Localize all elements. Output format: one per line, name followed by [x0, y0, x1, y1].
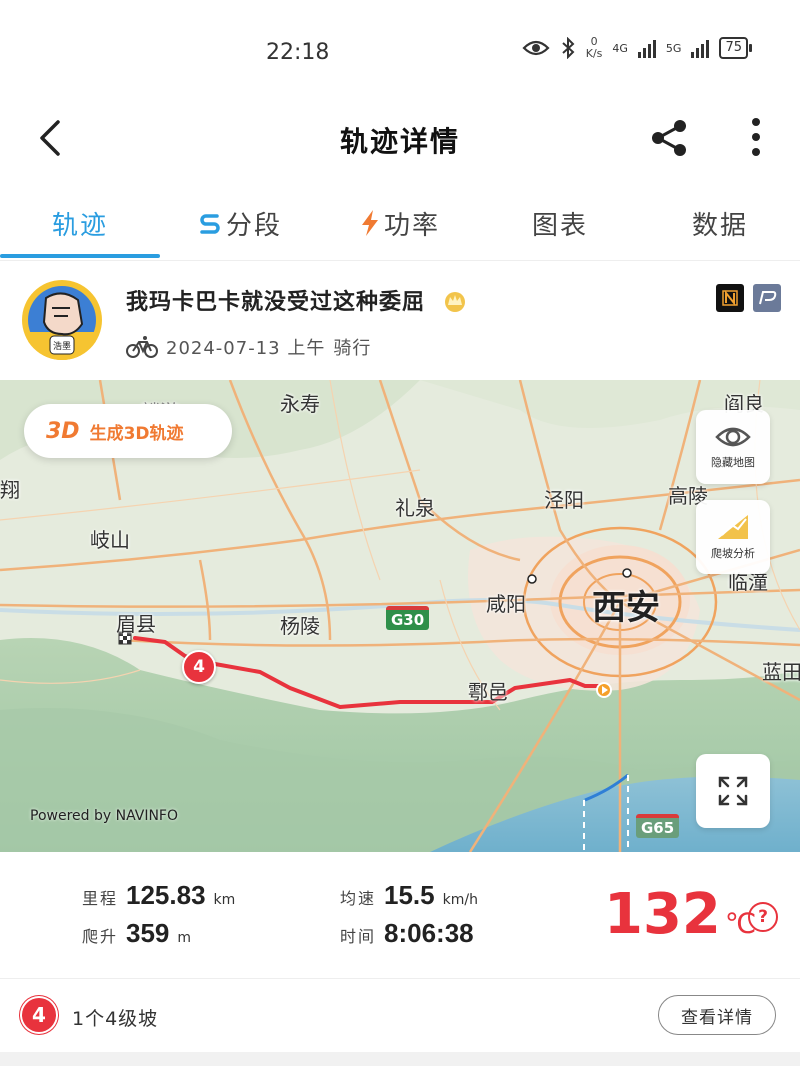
username[interactable]: 我玛卡巴卡就没受过这种委屈 [126, 284, 468, 316]
app-bar: 轨迹详情 [0, 100, 800, 180]
place-meixian: 眉县 [116, 612, 156, 636]
lightning-icon [360, 209, 380, 237]
ride-meta: 2024-07-13 上午 骑行 [126, 334, 371, 360]
expand-icon [718, 776, 748, 806]
avatar[interactable]: 浩墨 [22, 280, 102, 360]
generate-3d-track-button[interactable]: 3D 生成3D轨迹 [24, 404, 232, 458]
signal-icon-2 [691, 38, 710, 58]
stat-temperature: 132 ℃ [604, 882, 757, 947]
tab-data[interactable]: 数据 [640, 190, 800, 256]
more-button[interactable] [744, 116, 768, 160]
highway-g30-shield: G30 [386, 606, 430, 630]
climb-analysis-button[interactable]: 爬坡分析 [696, 500, 770, 574]
avatar-image: 浩墨 [28, 286, 96, 360]
place-xian: 西安 [592, 588, 660, 628]
climb-summary: 4 1个4级坡 查看详情 [0, 980, 800, 1052]
tab-track[interactable]: 轨迹 [0, 190, 160, 256]
bicycle-icon [126, 336, 158, 358]
tab-bar: 轨迹 分段 功率 图表 数据 [0, 190, 800, 261]
place-yangling: 杨陵 [280, 614, 320, 638]
place-liquan: 礼泉 [395, 496, 435, 520]
status-bar: 22:18 0 K/s 4G 5G 75 [0, 0, 800, 100]
stat-avg-speed: 均速 15.5 km/h [340, 880, 478, 910]
fullscreen-button[interactable] [696, 754, 770, 828]
share-icon [652, 120, 686, 156]
battery-icon: 75 [719, 37, 752, 59]
climb-marker[interactable]: 4 [182, 650, 216, 684]
slope-icon [718, 515, 748, 539]
share-button[interactable] [648, 118, 692, 158]
net-speed: 0 K/s [585, 35, 603, 60]
eye-icon [715, 427, 751, 447]
status-icons: 0 K/s 4G 5G 75 [522, 35, 752, 60]
3d-icon: 3D [46, 418, 80, 444]
ride-date: 2024-07-13 上午 [166, 338, 326, 359]
tab-indicator [0, 254, 160, 258]
help-icon[interactable]: ? [748, 902, 778, 932]
bottom-divider [0, 1052, 800, 1066]
svg-text:浩墨: 浩墨 [53, 340, 71, 352]
route-map[interactable]: 麟游 永寿 阎良 翔 礼泉 泾阳 高陵 岐山 眉县 杨陵 咸阳 西安 临潼 鄠邑… [0, 380, 800, 852]
stat-duration: 时间 8:06:38 [340, 918, 474, 948]
signal-icon [637, 38, 656, 58]
place-xianyang: 咸阳 [486, 592, 526, 616]
brand-n-badge-icon[interactable] [716, 284, 744, 312]
tab-power[interactable]: 功率 [320, 190, 480, 256]
view-details-button[interactable]: 查看详情 [658, 995, 776, 1035]
place-lantian: 蓝田 [762, 660, 800, 684]
bluetooth-icon [562, 37, 575, 59]
ride-header: 浩墨 我玛卡巴卡就没受过这种委屈 2024-07-13 上午 骑行 [0, 262, 800, 380]
clock: 22:18 [266, 40, 330, 65]
tab-charts[interactable]: 图表 [480, 190, 640, 256]
place-yongshou: 永寿 [280, 392, 320, 416]
brand-p-badge-icon[interactable] [753, 284, 781, 312]
crown-badge-icon [444, 292, 465, 312]
hide-map-button[interactable]: 隐藏地图 [696, 410, 770, 484]
ride-stats: 里程 125.83 km 爬升 359 m 均速 15.5 km/h 时间 8:… [0, 852, 800, 979]
stat-distance: 里程 125.83 km [82, 880, 236, 910]
place-jingyang: 泾阳 [544, 488, 584, 512]
stat-elevation: 爬升 359 m [82, 918, 192, 948]
place-fengxiang: 翔 [0, 478, 20, 502]
ride-activity: 骑行 [333, 338, 372, 359]
eye-comfort-icon [522, 40, 550, 56]
place-huyi: 鄠邑 [468, 680, 508, 704]
climb-count-text: 1个4级坡 [72, 1008, 159, 1030]
highway-g65-shield: G65 [636, 814, 680, 838]
sim1-label: 4G [612, 41, 628, 55]
climb-category-badge: 4 [22, 998, 56, 1032]
more-vertical-icon [752, 118, 760, 156]
tab-segments[interactable]: 分段 [160, 190, 320, 256]
sim2-label: 5G [665, 41, 682, 55]
segment-icon [198, 211, 222, 235]
map-attribution: Powered by NAVINFO [30, 808, 178, 824]
place-qishan: 岐山 [90, 528, 130, 552]
